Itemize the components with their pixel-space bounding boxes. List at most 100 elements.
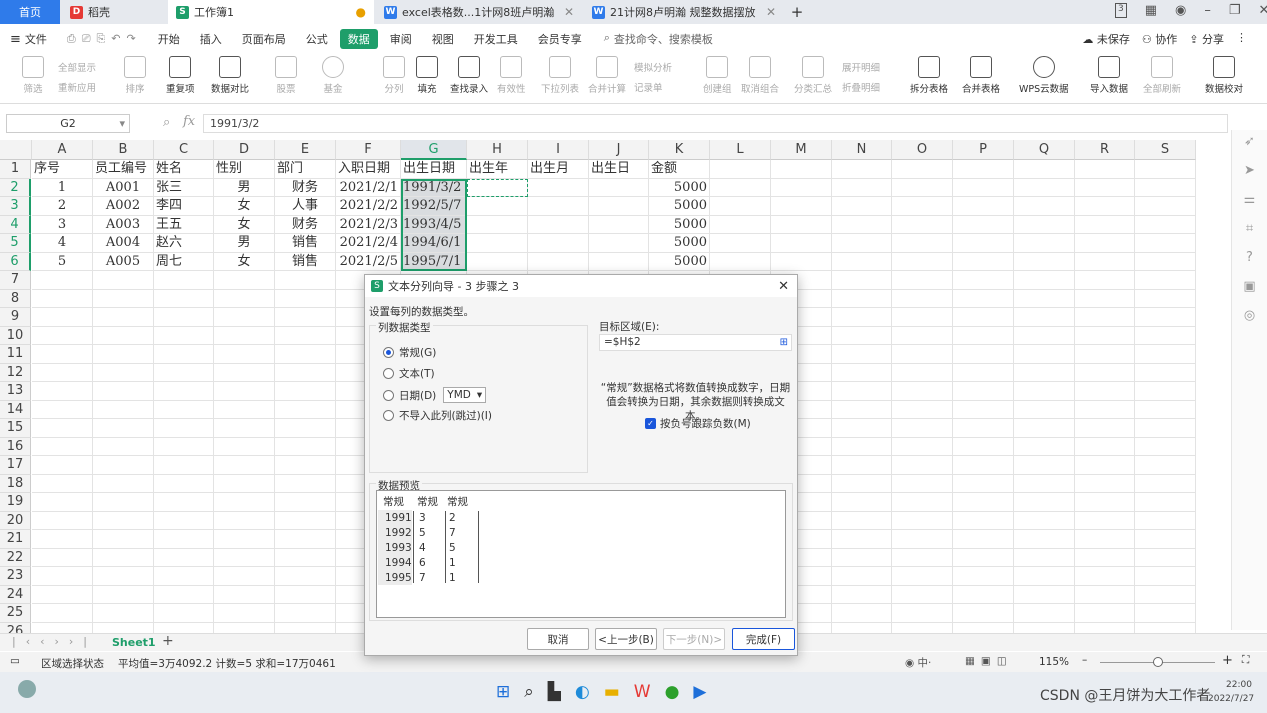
collab-button[interactable]: ⚇ 协作: [1142, 31, 1177, 47]
cell[interactable]: [1075, 308, 1135, 327]
table-cell[interactable]: [953, 234, 1014, 253]
cell[interactable]: [1135, 271, 1196, 290]
cell[interactable]: [892, 548, 953, 567]
table-cell[interactable]: [1135, 197, 1196, 216]
cell[interactable]: [214, 622, 275, 633]
cell[interactable]: [32, 530, 93, 549]
table-cell[interactable]: 1: [32, 178, 93, 197]
cell[interactable]: [214, 326, 275, 345]
table-cell[interactable]: [1014, 215, 1075, 234]
cell[interactable]: [214, 382, 275, 401]
table-cell[interactable]: 2021/2/3: [336, 215, 401, 234]
table-cell[interactable]: 2021/2/5: [336, 252, 401, 271]
wps-icon[interactable]: W: [634, 682, 651, 702]
column-header[interactable]: I: [528, 140, 589, 160]
cell[interactable]: [275, 456, 336, 475]
radio-general[interactable]: 常规(G): [383, 345, 436, 360]
cell[interactable]: [892, 419, 953, 438]
cell[interactable]: [892, 308, 953, 327]
tab-2[interactable]: S 工作簿1 ●: [168, 0, 374, 24]
cell[interactable]: [1135, 493, 1196, 512]
cell[interactable]: [953, 345, 1014, 364]
cell[interactable]: [832, 419, 892, 438]
menu-file[interactable]: 文件: [25, 29, 55, 49]
cell[interactable]: [154, 308, 214, 327]
cell[interactable]: [275, 493, 336, 512]
table-cell[interactable]: [832, 234, 892, 253]
simulate-button[interactable]: 模拟分析: [634, 60, 672, 74]
row-header[interactable]: 1: [0, 160, 31, 179]
verify-data-button[interactable]: 数据校对: [1205, 56, 1243, 95]
table-cell[interactable]: 张三: [154, 178, 214, 197]
cell[interactable]: [275, 308, 336, 327]
row-header[interactable]: 6: [0, 252, 31, 271]
table-cell[interactable]: [892, 234, 953, 253]
table-cell[interactable]: [832, 215, 892, 234]
cell[interactable]: [1075, 363, 1135, 382]
table-cell[interactable]: 2: [32, 197, 93, 216]
cell[interactable]: [892, 289, 953, 308]
cell[interactable]: [275, 289, 336, 308]
column-header[interactable]: P: [953, 140, 1014, 160]
cell[interactable]: [214, 289, 275, 308]
row-header[interactable]: 7: [0, 271, 31, 290]
search-icon[interactable]: ⌕: [524, 682, 534, 702]
finish-button[interactable]: 完成(F): [732, 628, 795, 650]
row-header[interactable]: 16: [0, 437, 31, 456]
cell[interactable]: [1075, 345, 1135, 364]
cell[interactable]: [1014, 363, 1075, 382]
cell[interactable]: [1075, 493, 1135, 512]
cell[interactable]: [32, 474, 93, 493]
table-cell[interactable]: [771, 234, 832, 253]
cell[interactable]: [154, 326, 214, 345]
table-cell[interactable]: A003: [93, 215, 154, 234]
cell[interactable]: [892, 363, 953, 382]
table-cell[interactable]: [832, 197, 892, 216]
cell[interactable]: [154, 622, 214, 633]
row-header[interactable]: 18: [0, 474, 31, 493]
header-cell[interactable]: [892, 160, 953, 179]
cell[interactable]: [953, 474, 1014, 493]
table-cell[interactable]: 2021/2/4: [336, 234, 401, 253]
menu-7[interactable]: 视图: [424, 29, 462, 49]
table-cell[interactable]: [467, 197, 528, 216]
table-cell[interactable]: [528, 197, 589, 216]
cell[interactable]: [1075, 400, 1135, 419]
add-sheet-icon[interactable]: +: [162, 633, 174, 649]
cell[interactable]: [93, 622, 154, 633]
row-header[interactable]: 21: [0, 530, 31, 549]
cell[interactable]: [275, 382, 336, 401]
table-cell[interactable]: 女: [214, 215, 275, 234]
cell[interactable]: [154, 400, 214, 419]
row-header[interactable]: 10: [0, 326, 31, 345]
cell[interactable]: [214, 493, 275, 512]
table-cell[interactable]: 人事: [275, 197, 336, 216]
cell[interactable]: [892, 622, 953, 633]
cell[interactable]: [1014, 345, 1075, 364]
duplicates-button[interactable]: 重复项: [166, 56, 195, 95]
header-cell[interactable]: 入职日期: [336, 160, 401, 179]
cell[interactable]: [214, 604, 275, 623]
table-cell[interactable]: [832, 178, 892, 197]
cell[interactable]: [1135, 308, 1196, 327]
cell[interactable]: [953, 419, 1014, 438]
cell[interactable]: [1135, 382, 1196, 401]
cell[interactable]: [1014, 400, 1075, 419]
cell[interactable]: [1135, 567, 1196, 586]
row-header[interactable]: 14: [0, 400, 31, 419]
rocket-icon[interactable]: ➶: [1244, 134, 1255, 149]
cell[interactable]: [832, 474, 892, 493]
view-icons[interactable]: ◉ 中·: [905, 655, 931, 670]
cell[interactable]: [953, 530, 1014, 549]
table-cell[interactable]: 财务: [275, 215, 336, 234]
cell[interactable]: [832, 493, 892, 512]
cell[interactable]: [1014, 326, 1075, 345]
cell[interactable]: [1014, 548, 1075, 567]
cell[interactable]: [892, 326, 953, 345]
cell[interactable]: [32, 345, 93, 364]
cell[interactable]: [953, 308, 1014, 327]
table-cell[interactable]: [892, 252, 953, 271]
column-header[interactable]: A: [32, 140, 93, 160]
image-icon[interactable]: ▣: [1243, 279, 1255, 294]
header-cell[interactable]: [771, 160, 832, 179]
